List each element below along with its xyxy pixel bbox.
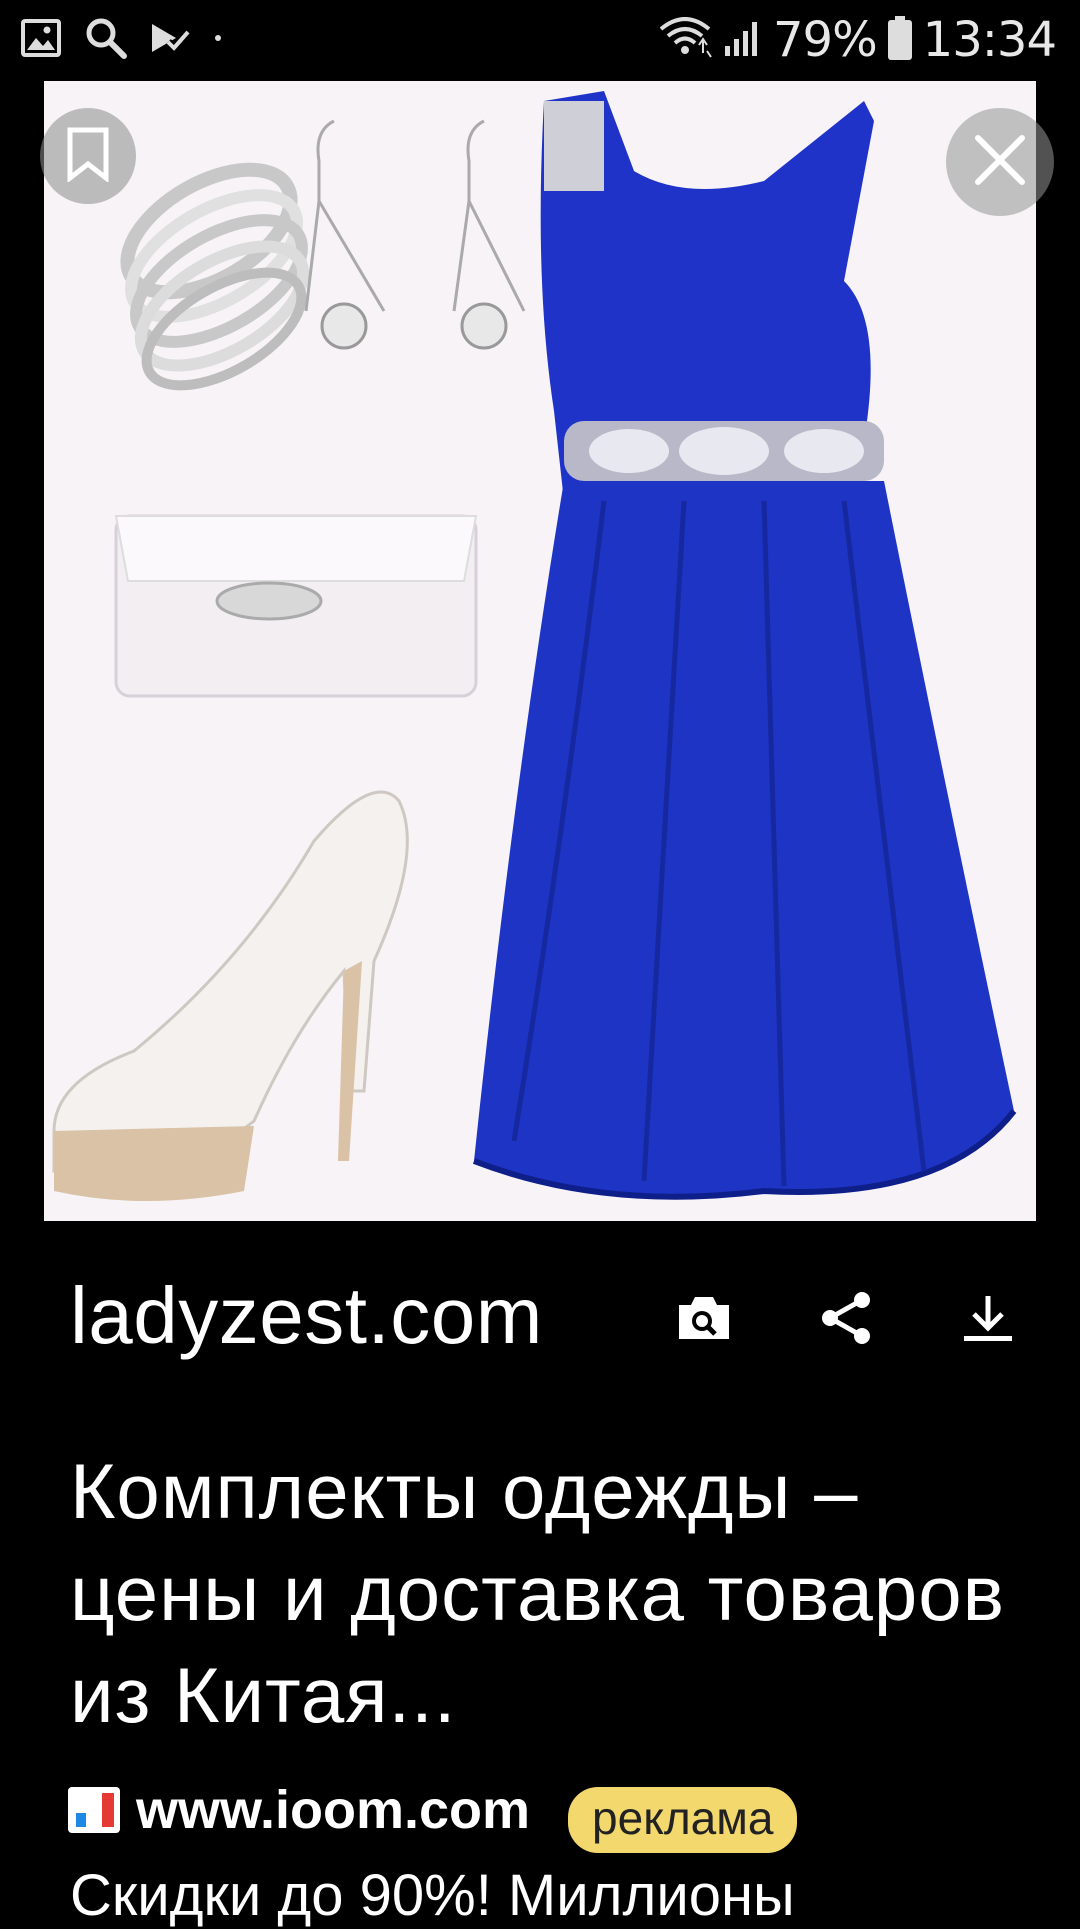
bookmark-button[interactable] [40, 108, 136, 204]
blue-dress-image [472, 91, 1017, 1200]
signal-icon [723, 18, 763, 63]
source-domain-link[interactable]: ladyzest.com [70, 1270, 543, 1362]
ad-description: Скидки до 90%! Миллионы [70, 1863, 795, 1928]
share-button[interactable] [814, 1288, 878, 1352]
bracelet-image [120, 162, 310, 391]
download-icon [960, 1290, 1016, 1351]
ad-badge: реклама [568, 1787, 798, 1853]
battery-percent: 79% [772, 12, 878, 68]
earrings-image [304, 119, 526, 350]
ad-url[interactable]: www.ioom.com [136, 1779, 530, 1841]
ad-row[interactable]: www.ioom.com реклама [68, 1779, 798, 1853]
wifi-icon [657, 16, 713, 64]
bookmark-icon [64, 126, 112, 187]
close-icon [972, 132, 1028, 193]
clock: 13:34 [922, 12, 1057, 68]
visual-search-button[interactable] [672, 1288, 736, 1352]
visual-search-icon [675, 1293, 733, 1348]
gallery-icon [20, 18, 62, 58]
clutch-image [114, 514, 478, 698]
download-button[interactable] [956, 1288, 1020, 1352]
heel-shoe-image [52, 790, 409, 1201]
search-icon [84, 16, 128, 60]
source-row: ladyzest.com [70, 1270, 1030, 1370]
status-bar: 79% 13:34 [0, 0, 1080, 82]
battery-icon [887, 15, 913, 66]
notification-dot [212, 32, 224, 44]
search-result-image[interactable] [44, 81, 1036, 1221]
result-title[interactable]: Комплекты одежды – цены и доставка товар… [70, 1440, 1030, 1746]
close-button[interactable] [946, 108, 1054, 216]
task-check-icon [150, 18, 190, 58]
share-icon [818, 1290, 874, 1351]
ad-favicon-icon [68, 1787, 120, 1833]
